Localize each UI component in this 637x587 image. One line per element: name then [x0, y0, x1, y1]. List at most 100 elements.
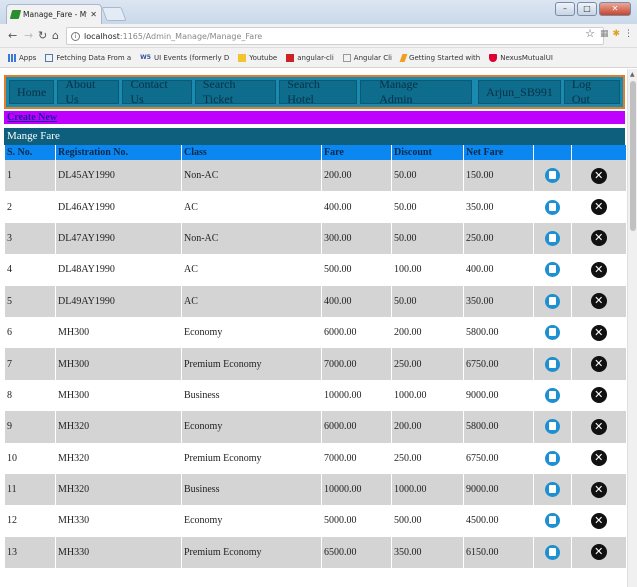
cell-net-fare: 150.00: [463, 160, 534, 192]
scroll-thumb[interactable]: [630, 81, 636, 231]
table-row: 4 DL48AY1990 AC 500.00 100.00 400.00 ✕: [4, 254, 626, 286]
nav-logout[interactable]: Log Out: [563, 77, 620, 106]
forward-arrow-icon[interactable]: →: [24, 30, 33, 42]
cell-discount: 50.00: [391, 222, 464, 255]
create-new-link[interactable]: Create New: [7, 112, 57, 123]
minimize-button[interactable]: –: [555, 2, 575, 16]
scroll-up-icon[interactable]: ▲: [630, 71, 635, 78]
edit-icon[interactable]: [545, 230, 560, 246]
cell-fare: 200.00: [321, 160, 392, 192]
delete-icon[interactable]: ✕: [590, 512, 607, 529]
info-icon[interactable]: i: [71, 31, 80, 41]
cell-discount: 50.00: [391, 191, 464, 223]
cell-sno: 12: [4, 505, 56, 537]
reload-icon[interactable]: ↻: [38, 30, 47, 42]
delete-icon[interactable]: ✕: [590, 199, 607, 216]
edit-icon[interactable]: [545, 419, 560, 435]
cell-edit: [533, 191, 572, 223]
nav-user[interactable]: Arjun_SB991: [478, 80, 561, 104]
cell-sno: 2: [4, 191, 56, 223]
tab-favicon-icon: [9, 10, 22, 19]
cell-registration: MH320: [55, 411, 182, 443]
cell-discount: 250.00: [391, 348, 464, 380]
delete-icon[interactable]: ✕: [590, 324, 607, 341]
cell-class: Business: [181, 473, 322, 506]
col-header-edit: [533, 145, 572, 160]
nav-about-us[interactable]: About Us: [57, 77, 120, 106]
table-row: 12 MH330 Economy 5000.00 500.00 4500.00 ✕: [4, 505, 626, 537]
extension-icon[interactable]: ▦: [600, 29, 609, 39]
cell-registration: DL48AY1990: [55, 254, 182, 286]
col-header-delete: [571, 145, 626, 160]
cell-sno: 1: [4, 160, 56, 192]
edit-icon[interactable]: [545, 450, 560, 466]
cell-registration: DL46AY1990: [55, 191, 182, 223]
extension-icon[interactable]: ✱: [612, 29, 620, 39]
delete-icon[interactable]: ✕: [590, 418, 607, 435]
bookmark-item[interactable]: Angular Cli: [342, 53, 392, 62]
delete-icon[interactable]: ✕: [590, 261, 607, 278]
edit-icon[interactable]: [545, 482, 560, 498]
nav-search-ticket[interactable]: Search Ticket: [194, 77, 277, 106]
nav-contact-us[interactable]: Contact Us: [122, 77, 192, 106]
edit-icon[interactable]: [545, 168, 560, 184]
edit-icon[interactable]: [545, 199, 560, 215]
bookmark-item[interactable]: Getting Started with: [399, 53, 480, 62]
fare-table: S. No. Registration No. Class Fare Disco…: [4, 145, 626, 569]
cell-registration: DL45AY1990: [55, 160, 182, 192]
cell-net-fare: 4500.00: [463, 505, 534, 537]
cell-delete: ✕: [571, 191, 626, 223]
cell-edit: [533, 473, 572, 506]
bookmark-star-icon[interactable]: ☆: [585, 27, 595, 40]
edit-icon[interactable]: [545, 356, 560, 372]
close-window-button[interactable]: ✕: [599, 2, 631, 16]
address-toolbar: ← → ↻ ⌂ i localhost:1165/Admin_Manage/Ma…: [0, 24, 637, 48]
cell-fare: 300.00: [321, 222, 392, 255]
cell-sno: 4: [4, 254, 56, 286]
nav-manage-admin[interactable]: Manage Admin: [360, 77, 473, 106]
cell-class: Non-AC: [181, 160, 322, 192]
page-scrollbar[interactable]: ▲: [627, 69, 637, 587]
cell-delete: ✕: [571, 505, 626, 537]
browser-tab[interactable]: Manage_Fare - My First A ✕: [6, 4, 102, 24]
delete-icon[interactable]: ✕: [590, 544, 607, 561]
delete-icon[interactable]: ✕: [590, 387, 607, 404]
delete-icon[interactable]: ✕: [590, 481, 607, 498]
edit-icon[interactable]: [545, 387, 560, 403]
cell-fare: 500.00: [321, 254, 392, 286]
apps-grid-icon: [8, 53, 16, 62]
delete-icon[interactable]: ✕: [590, 450, 607, 467]
bookmark-item[interactable]: W5 UI Events (formerly D: [140, 54, 229, 62]
nav-search-hotel[interactable]: Search Hotel: [279, 77, 358, 106]
tab-close-icon[interactable]: ✕: [90, 10, 97, 19]
table-title: Mange Fare: [4, 128, 625, 145]
main-navbar: Home About Us Contact Us Search Ticket S…: [4, 75, 625, 109]
col-header-fare: Fare: [321, 145, 392, 160]
url-field[interactable]: i localhost:1165/Admin_Manage/Manage_Far…: [66, 27, 604, 45]
bookmark-item[interactable]: angular-cli: [286, 53, 334, 62]
nav-home[interactable]: Home: [9, 80, 55, 104]
bookmark-item[interactable]: Apps: [8, 53, 36, 62]
edit-icon[interactable]: [545, 513, 560, 529]
delete-icon[interactable]: ✕: [590, 293, 607, 310]
edit-icon[interactable]: [545, 293, 560, 309]
delete-icon[interactable]: ✕: [590, 167, 607, 184]
bookmark-item[interactable]: Fetching Data From a: [45, 53, 131, 62]
new-tab-button[interactable]: [101, 7, 127, 21]
menu-kebab-icon[interactable]: ⋮: [624, 29, 633, 39]
edit-icon[interactable]: [545, 325, 560, 341]
cell-net-fare: 6150.00: [463, 536, 534, 569]
delete-icon[interactable]: ✕: [590, 230, 607, 247]
delete-icon[interactable]: ✕: [590, 356, 607, 373]
edit-icon[interactable]: [545, 544, 560, 560]
edit-icon[interactable]: [545, 262, 560, 278]
back-arrow-icon[interactable]: ←: [8, 30, 17, 42]
cell-discount: 50.00: [391, 160, 464, 192]
cell-discount: 1000.00: [391, 379, 464, 412]
maximize-button[interactable]: □: [577, 2, 597, 16]
cell-fare: 6000.00: [321, 411, 392, 443]
cell-registration: MH320: [55, 473, 182, 506]
home-icon[interactable]: ⌂: [52, 30, 59, 42]
bookmark-item[interactable]: Youtube: [238, 53, 277, 62]
bookmark-item[interactable]: NexusMutualUI: [489, 53, 553, 62]
